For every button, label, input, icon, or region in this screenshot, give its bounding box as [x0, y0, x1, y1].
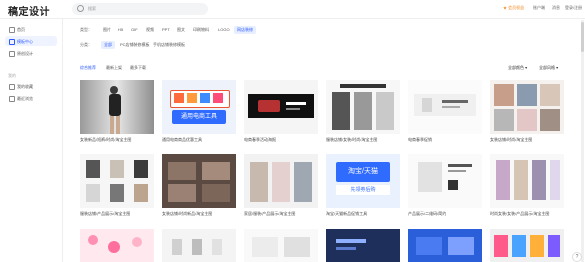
- page-scrollbar[interactable]: [581, 20, 584, 262]
- template-card[interactable]: 家居/服装/产品展示/淘宝主图: [244, 154, 318, 220]
- type-tag[interactable]: 图文: [177, 27, 185, 33]
- template-thumbnail: 淘宝/天猫 先领券后购: [326, 154, 400, 208]
- template-thumbnail: [244, 229, 318, 262]
- search-placeholder: 搜索: [88, 6, 96, 11]
- sidebar-item-label: 我的收藏: [17, 84, 33, 89]
- search-icon: [77, 5, 84, 12]
- login-link[interactable]: 登录/注册: [565, 5, 582, 11]
- template-thumbnail: [326, 80, 400, 134]
- search-box[interactable]: 搜索: [72, 3, 208, 15]
- template-card[interactable]: 产品展示/二维码/简约: [408, 154, 482, 220]
- help-icon[interactable]: ?: [572, 252, 582, 262]
- sidebar-item-label: 原创设计: [17, 51, 33, 56]
- template-card[interactable]: [80, 229, 154, 262]
- type-tag[interactable]: 印刷物料: [193, 27, 209, 33]
- sidebar-item-original[interactable]: 原创设计: [5, 48, 57, 58]
- template-caption: 产品展示/二维码/简约: [408, 211, 447, 216]
- template-thumbnail: [80, 80, 154, 134]
- template-card[interactable]: 女装店铺/时尚新品/淘宝主图: [162, 154, 236, 220]
- sidebar: 首页 模板中心 原创设计 我的 我的收藏 最近浏览: [0, 19, 63, 262]
- scrollbar-thumb[interactable]: [581, 22, 584, 52]
- sidebar-item-label: 模板中心: [17, 39, 33, 44]
- template-caption: 服装店铺/产品展示/淘宝主图: [80, 211, 131, 216]
- type-tag[interactable]: H5: [118, 27, 123, 32]
- type-tag-active[interactable]: 网店装修: [234, 26, 256, 34]
- type-tag[interactable]: GIF: [131, 27, 138, 32]
- home-icon: [9, 27, 15, 33]
- coupon-text: 通用电商工具: [172, 110, 226, 124]
- template-card[interactable]: 淘宝/天猫 先领券后购 淘宝/天猫新品促销工具: [326, 154, 400, 220]
- sidebar-item-home[interactable]: 首页: [5, 24, 57, 34]
- style-dropdown[interactable]: 全部风格 ▾: [539, 65, 558, 71]
- history-icon: [9, 96, 15, 102]
- template-caption: 时尚女装/女装/产品展示/淘宝主图: [490, 211, 550, 216]
- template-card[interactable]: [162, 229, 236, 262]
- sidebar-item-label: 最近浏览: [17, 96, 33, 101]
- template-card[interactable]: [490, 229, 564, 262]
- template-card[interactable]: [408, 229, 482, 262]
- sidebar-item-templates[interactable]: 模板中心: [5, 36, 57, 46]
- template-thumbnail: [490, 80, 564, 134]
- filter-type-label: 类型：: [80, 27, 92, 32]
- template-caption: 淘宝/天猫新品促销工具: [326, 211, 368, 216]
- template-card[interactable]: 女装店铺/时尚/淘宝主图: [490, 80, 564, 146]
- template-thumbnail: [490, 229, 564, 262]
- template-thumbnail: 通用电商工具: [162, 80, 236, 134]
- template-thumbnail: [80, 154, 154, 208]
- template-caption: 服装店铺/女装/时尚/淘宝主图: [326, 137, 378, 142]
- coupon-subtext: 先领券后购: [336, 185, 390, 195]
- template-thumbnail: [408, 154, 482, 208]
- type-tag[interactable]: LOGO: [218, 27, 230, 32]
- design-icon: [9, 51, 15, 57]
- sidebar-item-history[interactable]: 最近浏览: [5, 93, 57, 103]
- template-thumbnail: [244, 154, 318, 208]
- template-caption: 电商春季活动海报: [244, 137, 276, 142]
- template-thumbnail: [244, 80, 318, 134]
- type-tag[interactable]: 视频: [146, 27, 154, 33]
- coupon-text: 淘宝/天猫: [336, 162, 390, 182]
- notifications-link[interactable]: 消息: [552, 5, 560, 11]
- template-card[interactable]: [326, 229, 400, 262]
- template-caption: 女装店铺/时尚新品/淘宝主图: [162, 211, 213, 216]
- type-tag[interactable]: PPT: [162, 27, 170, 32]
- sort-newest[interactable]: 最新上架: [106, 65, 122, 71]
- template-thumbnail: [80, 229, 154, 262]
- template-thumbnail: [408, 80, 482, 134]
- template-thumbnail: [162, 154, 236, 208]
- filter-category-label: 分类：: [80, 42, 92, 47]
- category-tag[interactable]: 手机店铺装修模板: [153, 42, 185, 48]
- template-caption: 家居/服装/产品展示/淘宝主图: [244, 211, 296, 216]
- template-icon: [9, 39, 15, 45]
- color-dropdown[interactable]: 全部颜色 ▾: [508, 65, 527, 71]
- template-caption: 电商春季促销: [408, 137, 432, 142]
- template-card[interactable]: 服装店铺/女装/时尚/淘宝主图: [326, 80, 400, 146]
- template-thumbnail: [326, 229, 400, 262]
- category-tag-active[interactable]: 全部: [101, 41, 115, 49]
- template-thumbnail: [162, 229, 236, 262]
- template-card[interactable]: 电商春季促销: [408, 80, 482, 146]
- app-logo[interactable]: 稿定设计: [8, 3, 50, 18]
- sidebar-group-label: 我的: [8, 73, 16, 78]
- template-thumbnail: [408, 229, 482, 262]
- template-card[interactable]: 时尚女装/女装/产品展示/淘宝主图: [490, 154, 564, 220]
- template-card[interactable]: [244, 229, 318, 262]
- type-tag[interactable]: 图片: [103, 27, 111, 33]
- template-caption: 通用电商商品优惠工具: [162, 137, 202, 142]
- template-caption: 女装店铺/时尚/淘宝主图: [490, 137, 533, 142]
- category-tag[interactable]: PC店铺装修模板: [120, 42, 150, 48]
- top-bar: 稿定设计 搜索 ★ 会员权益 账户端 消息 登录/注册: [0, 0, 585, 19]
- members-link[interactable]: 账户端: [533, 5, 545, 11]
- template-card[interactable]: 电商春季活动海报: [244, 80, 318, 146]
- sort-downloads[interactable]: 最多下载: [130, 65, 146, 71]
- template-thumbnail: [490, 154, 564, 208]
- template-card[interactable]: 女装新品/短裤/时尚/淘宝主图: [80, 80, 154, 146]
- template-card[interactable]: 通用电商工具 通用电商商品优惠工具: [162, 80, 236, 146]
- template-caption: 女装新品/短裤/时尚/淘宝主图: [80, 137, 132, 142]
- star-icon: [9, 84, 15, 90]
- sidebar-item-label: 首页: [17, 27, 25, 32]
- template-card[interactable]: 服装店铺/产品展示/淘宝主图: [80, 154, 154, 220]
- vip-link[interactable]: ★ 会员权益: [503, 5, 524, 11]
- sidebar-item-favorites[interactable]: 我的收藏: [5, 81, 57, 91]
- sort-recommended[interactable]: 综合推荐: [80, 65, 96, 71]
